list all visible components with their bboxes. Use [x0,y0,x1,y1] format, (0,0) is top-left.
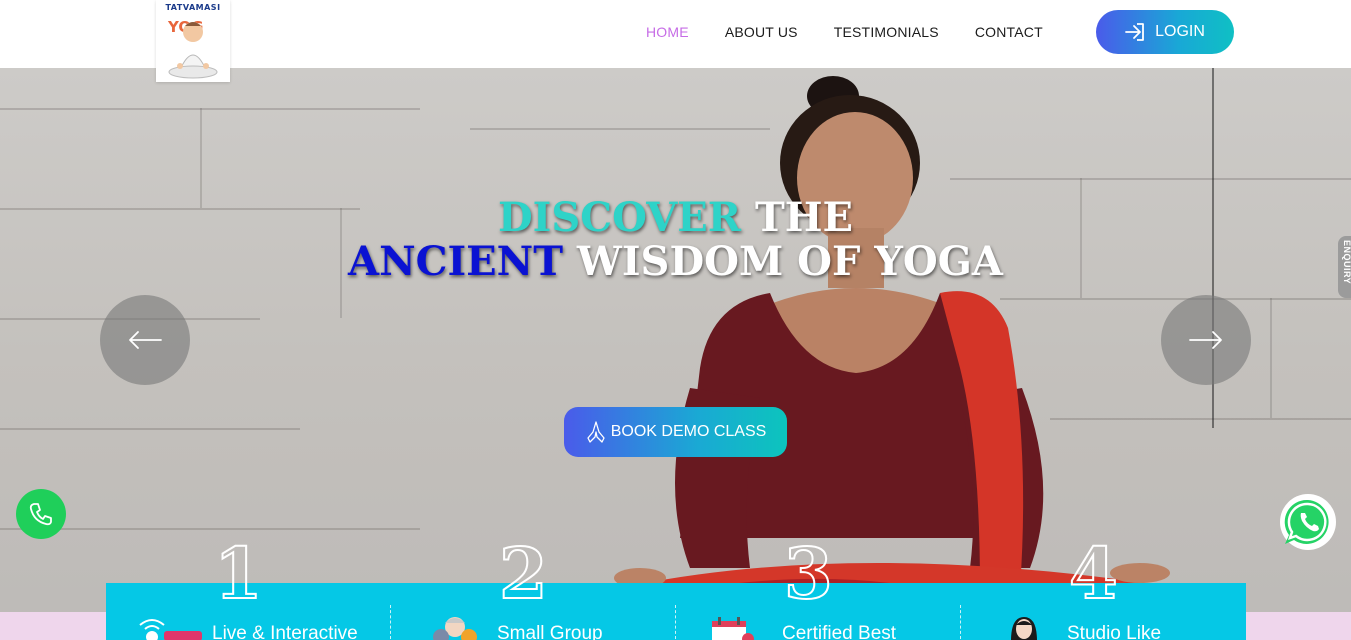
enquiry-label: ENQUIRY [1342,240,1351,285]
nav-contact[interactable]: CONTACT [957,22,1061,42]
feature-number: 1 [213,532,264,615]
carousel-next-button[interactable] [1161,295,1251,385]
feature-label: Certified Best [782,623,897,640]
feature-label: Live & Interactive [212,623,358,640]
headline-rest-wisdom: WISDOM OF YOGA [563,238,1003,285]
site-logo[interactable]: TATVAMASI YOG [156,0,230,82]
whatsapp-button[interactable] [1280,494,1336,550]
hero-banner: DISCOVER THE ANCIENT WISDOM OF YOGA BOOK… [0,68,1351,640]
book-demo-label: BOOK DEMO CLASS [610,423,767,440]
login-label: LOGIN [1155,23,1205,40]
feature-number: 3 [783,532,834,615]
feature-label: Studio Like [1067,623,1162,640]
feature-label: Small Group [497,623,603,640]
features-bar: 1 Live & Interactive 2 Small Group 3 Cer… [106,538,1246,640]
nav-testimonials[interactable]: TESTIMONIALS [816,22,957,42]
page: HOME ABOUT US TESTIMONIALS CONTACT LOGIN… [0,0,1351,640]
call-button[interactable] [16,489,66,539]
feature-item: 4 Studio Like [961,538,1246,640]
calendar-icon [712,617,754,640]
headline-rest-the: THE [741,194,853,241]
main-nav: HOME ABOUT US TESTIMONIALS CONTACT [628,22,1061,42]
login-button[interactable]: LOGIN [1096,10,1234,54]
login-icon [1125,23,1144,41]
praying-hands-icon [587,421,605,443]
feature-number: 4 [1068,532,1119,615]
arrow-left-icon [129,331,162,349]
feature-item: 3 Certified Best [676,538,961,640]
whatsapp-icon [1282,496,1334,548]
headline-highlight-ancient: ANCIENT [348,238,563,285]
arrow-right-icon [1189,331,1222,349]
feature-item: 1 Live & Interactive [106,538,391,640]
hero-overlay [0,68,1351,640]
carousel-prev-button[interactable] [100,295,190,385]
meditating-figure-logo: YOG [167,18,218,79]
enquiry-tab[interactable]: ENQUIRY [1338,236,1351,298]
hero-headline-line2: ANCIENT WISDOM OF YOGA [0,238,1351,285]
live-stream-icon [139,619,202,640]
phone-icon [29,503,52,526]
headline-highlight-discover: DISCOVER [497,194,742,241]
feature-item: 2 Small Group [391,538,676,640]
feature-number: 2 [498,532,549,615]
group-icon [433,617,477,640]
instructor-icon [1011,617,1037,640]
nav-home[interactable]: HOME [628,22,707,42]
nav-about-us[interactable]: ABOUT US [707,22,816,42]
book-demo-class-button[interactable]: BOOK DEMO CLASS [564,407,787,457]
hero-headline-line1: DISCOVER THE [0,194,1351,241]
